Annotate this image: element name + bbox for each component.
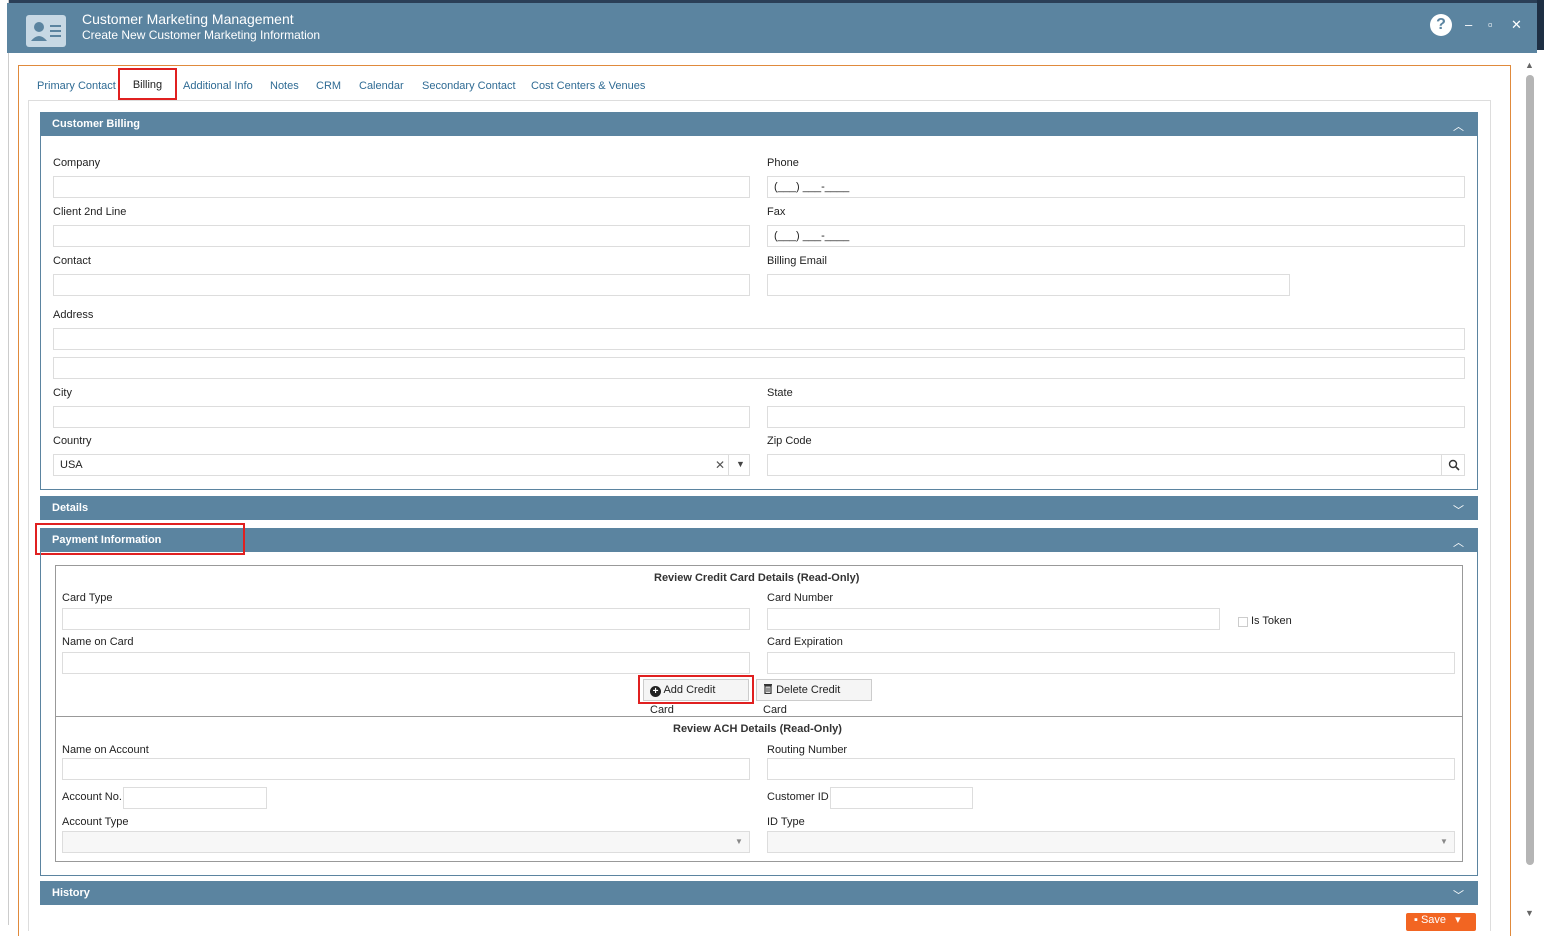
state-input[interactable] xyxy=(767,406,1465,428)
zip-code-label: Zip Code xyxy=(767,435,812,447)
fax-label: Fax xyxy=(767,206,786,218)
id-type-label: ID Type xyxy=(767,816,805,828)
phone-input[interactable]: (___) ___-____ xyxy=(767,176,1465,198)
country-label: Country xyxy=(53,435,92,447)
minimize-button[interactable]: – xyxy=(1465,17,1472,32)
is-token-label: Is Token xyxy=(1251,615,1292,627)
chevron-down-icon[interactable]: ﹀ xyxy=(1453,887,1464,903)
city-label: City xyxy=(53,387,72,399)
state-label: State xyxy=(767,387,793,399)
account-no-label: Account No. xyxy=(62,791,122,803)
contact-card-icon xyxy=(26,15,66,47)
card-type-input xyxy=(62,608,750,630)
client-2nd-line-input[interactable] xyxy=(53,225,750,247)
name-on-card-label: Name on Card xyxy=(62,636,134,648)
fax-input[interactable]: (___) ___-____ xyxy=(767,225,1465,247)
save-button[interactable]: ▪ Save ▾ xyxy=(1406,913,1476,931)
tab-calendar[interactable]: Calendar xyxy=(359,80,404,92)
dropdown-arrow-icon[interactable]: ▼ xyxy=(736,459,745,469)
ach-section-title: Review ACH Details (Read-Only) xyxy=(673,723,842,735)
customer-id-label: Customer ID xyxy=(767,791,829,803)
name-on-account-label: Name on Account xyxy=(62,744,149,756)
is-token-checkbox[interactable] xyxy=(1238,617,1248,627)
client-2nd-line-label: Client 2nd Line xyxy=(53,206,127,218)
save-icon: ▪ xyxy=(1414,914,1418,926)
routing-number-label: Routing Number xyxy=(767,744,848,756)
phone-label: Phone xyxy=(767,157,799,169)
details-header[interactable]: Details xyxy=(40,496,1478,520)
city-input[interactable] xyxy=(53,406,750,428)
dropdown-arrow-icon: ▼ xyxy=(735,837,743,846)
scroll-up-arrow-icon[interactable]: ▲ xyxy=(1525,60,1534,70)
name-on-card-input xyxy=(62,652,750,674)
window-title: Customer Marketing Management xyxy=(82,11,294,27)
card-number-input xyxy=(767,608,1220,630)
payment-information-header[interactable]: Payment Information xyxy=(40,528,1478,552)
chevron-down-icon[interactable]: ﹀ xyxy=(1453,502,1464,518)
contact-input[interactable] xyxy=(53,274,750,296)
tab-crm[interactable]: CRM xyxy=(316,80,341,92)
company-input[interactable] xyxy=(53,176,750,198)
card-number-label: Card Number xyxy=(767,592,834,604)
zip-divider xyxy=(1441,455,1442,475)
background-right-strip xyxy=(1537,0,1544,50)
customer-id-input xyxy=(830,787,973,809)
credit-card-section-title: Review Credit Card Details (Read-Only) xyxy=(654,572,860,584)
history-header[interactable]: History xyxy=(40,881,1478,905)
account-type-label: Account Type xyxy=(62,816,129,828)
card-expiration-label: Card Expiration xyxy=(767,636,843,648)
tab-notes[interactable]: Notes xyxy=(270,80,299,92)
tab-billing[interactable]: Billing xyxy=(118,68,177,100)
address-line-1-input[interactable] xyxy=(53,328,1465,350)
card-type-label: Card Type xyxy=(62,592,113,604)
close-button[interactable]: ✕ xyxy=(1511,17,1522,33)
country-select[interactable]: USA ✕ ▼ xyxy=(53,454,750,476)
select-divider xyxy=(728,455,729,475)
search-icon[interactable] xyxy=(1448,459,1460,474)
trash-icon xyxy=(763,684,776,696)
billing-email-input[interactable] xyxy=(767,274,1290,296)
address-label: Address xyxy=(53,309,94,321)
window-subtitle: Create New Customer Marketing Informatio… xyxy=(82,28,321,42)
id-type-select[interactable]: ▼ xyxy=(767,831,1455,853)
payment-header-highlight xyxy=(35,523,245,555)
delete-credit-card-button[interactable]: Delete Credit Card xyxy=(756,679,872,716)
contact-label: Contact xyxy=(53,255,91,267)
card-expiration-input xyxy=(767,652,1455,674)
country-value: USA xyxy=(60,459,83,471)
tab-secondary-contact[interactable]: Secondary Contact xyxy=(422,80,516,92)
phone-mask: (___) ___-____ xyxy=(774,181,850,193)
chevron-up-icon[interactable]: ︿ xyxy=(1453,534,1464,550)
address-line-2-input[interactable] xyxy=(53,357,1465,379)
background-app-strip xyxy=(0,0,9,925)
scrollbar-thumb[interactable] xyxy=(1526,75,1534,865)
save-label: Save xyxy=(1420,914,1447,926)
scroll-down-arrow-icon[interactable]: ▼ xyxy=(1525,908,1534,918)
account-no-input xyxy=(123,787,267,809)
zip-code-input[interactable] xyxy=(767,454,1465,476)
fax-mask: (___) ___-____ xyxy=(774,230,850,242)
company-label: Company xyxy=(53,157,101,169)
maximize-button[interactable]: ▫ xyxy=(1488,17,1493,32)
routing-number-input xyxy=(767,758,1455,780)
help-icon[interactable]: ? xyxy=(1430,14,1452,36)
dropdown-arrow-icon: ▼ xyxy=(1440,837,1448,846)
chevron-up-icon[interactable]: ︿ xyxy=(1453,118,1464,134)
caret-down-icon[interactable]: ▾ xyxy=(1455,914,1461,926)
add-credit-card-highlight xyxy=(638,675,754,704)
tab-primary-contact[interactable]: Primary Contact xyxy=(37,80,116,92)
tab-additional-info[interactable]: Additional Info xyxy=(183,80,253,92)
tab-cost-centers-venues[interactable]: Cost Centers & Venues xyxy=(531,80,645,92)
clear-icon[interactable]: ✕ xyxy=(715,458,725,472)
name-on-account-input xyxy=(62,758,750,780)
account-type-select[interactable]: ▼ xyxy=(62,831,750,853)
customer-billing-header[interactable]: Customer Billing xyxy=(40,112,1478,136)
billing-email-label: Billing Email xyxy=(767,255,827,267)
